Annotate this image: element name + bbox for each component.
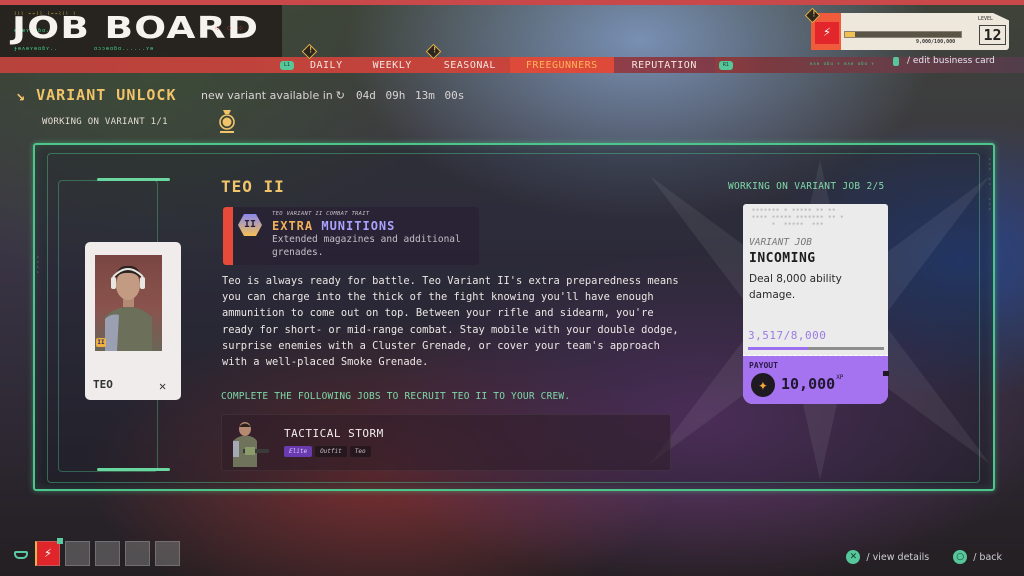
edit-business-card-label: / edit business card [907, 56, 995, 66]
r1-button-hint[interactable]: R1 [718, 60, 733, 70]
view-details-hint[interactable]: ✕ / view details [846, 550, 929, 564]
variant-lore: Teo is always ready for battle. Teo Vari… [222, 275, 679, 369]
variant-unlock-heading: ↘ VARIANT UNLOCK [16, 86, 177, 104]
crew-slot-empty[interactable] [95, 541, 120, 566]
payout-label: PAYOUT [749, 361, 778, 370]
payout-unit: XP [836, 374, 844, 381]
header-glyphs-mid: ɑɔɔɵɑɓɑ......ʏɵ [94, 46, 155, 52]
header-red-dots: ⁘ ⁘ ⁘ [214, 24, 244, 33]
variant-job-count: 3,517/8,000 [748, 329, 827, 342]
tab-bar: L1 ! DAILY WEEKLY ! SEASONAL FREEGUNNERS… [276, 43, 737, 73]
job-list-item[interactable] [221, 414, 671, 471]
edit-business-card-hint[interactable]: / edit business card [893, 56, 995, 66]
job-tag-character: Teo [349, 446, 371, 457]
variant-name: TEO II [221, 177, 285, 196]
tab-label: REPUTATION [631, 59, 697, 71]
character-name: TEO [93, 378, 113, 391]
trait-subtitle: TEO VARIANT II COMBAT TRAIT [272, 211, 370, 217]
panel-edge-dots-right: · · · · · · · · [988, 156, 992, 213]
xp-progress-bar [844, 31, 962, 38]
panel-edge-dots-left: · · · · [36, 254, 40, 276]
arrow-down-right-icon: ↘ [16, 86, 27, 104]
trait-title: EXTRA MUNITIONS [272, 219, 395, 233]
tab-label: WEEKLY [372, 59, 412, 71]
variant-unlock-title: VARIANT UNLOCK [36, 86, 177, 104]
touchpad-button-icon [893, 56, 899, 66]
view-details-label: / view details [866, 551, 930, 563]
edit-card-glyphs: ɵʌɵ ɑɓɑ ʏ ɵʌɵ ɑɓɑ ʏ [810, 61, 875, 66]
circle-button-icon: ○ [953, 550, 968, 564]
tab-reputation[interactable]: REPUTATION [613, 57, 715, 73]
payout-divider [743, 355, 888, 356]
character-frame-bottom-bar [97, 468, 170, 471]
variant-job-card-noise: ▪▪▪▪▪▪▪ ▪ ▪▪▪▪▪ ▪▪ ▪▪ ▪▪▪▪ ▪▪▪▪▪ ▪▪▪▪▪▪▪… [752, 207, 845, 227]
character-portrait [95, 255, 162, 351]
tab-label: SEASONAL [443, 59, 496, 71]
job-tag-outfit: Outfit [315, 446, 347, 457]
job-name: TACTICAL STORM [284, 427, 384, 440]
job-tags: Elite Outfit Teo [284, 446, 371, 457]
variant-badge-icon: II [96, 338, 106, 347]
variant-medal-icon [219, 110, 235, 133]
timer-icon: ↻ [335, 89, 345, 102]
payout-amount: 10,000 [781, 375, 836, 393]
back-label: / back [973, 551, 1002, 563]
class-icon: ✕ [159, 379, 167, 393]
controller-hints: ✕ / view details ○ / back [846, 550, 1002, 564]
character-frame-top-bar [97, 178, 170, 181]
xp-progress-fill [845, 32, 856, 37]
alert-icon: ! [301, 43, 318, 60]
crew-slot-empty[interactable] [125, 541, 150, 566]
tab-seasonal[interactable]: ! SEASONAL [425, 43, 510, 73]
recruit-instructions: COMPLETE THE FOLLOWING JOBS TO RECRUIT T… [221, 391, 571, 402]
tab-freegunners[interactable]: FREEGUNNERS [509, 57, 614, 73]
job-tag-elite: Elite [284, 446, 313, 457]
tab-label: DAILY [310, 59, 343, 71]
xp-value: 9,000/100,000 [916, 39, 956, 45]
combat-trait-accent [223, 207, 233, 265]
trait-title-word-2: MUNITIONS [321, 219, 396, 233]
back-hint[interactable]: ○ / back [953, 550, 1002, 564]
working-on-variant-label: WORKING ON VARIANT 1/1 [42, 117, 168, 127]
trait-description: Extended magazines and additional grenad… [272, 234, 461, 258]
crew-logo-icon: ⚡ [815, 22, 839, 44]
character-portrait-illustration [105, 265, 152, 351]
variant-job-type: VARIANT JOB [749, 237, 812, 248]
variant-job-progress-label: WORKING ON VARIANT JOB 2/5 [728, 181, 885, 192]
xp-star-icon: ✦ [751, 373, 775, 397]
variant-job-progress-fill [748, 347, 808, 350]
l1-button-hint[interactable]: L1 [280, 60, 294, 70]
header-glyphs-left: ɟɵʌɵʏɵɑɓʏ.. [14, 46, 59, 52]
variant-job-name: INCOMING [749, 251, 816, 266]
crew-slot-empty[interactable] [65, 541, 90, 566]
cross-button-icon: ✕ [846, 550, 861, 564]
job-character-thumbnail [229, 419, 271, 467]
crew-slots: ⚡ [35, 538, 180, 566]
payout-card-notch [883, 371, 889, 376]
timer-value: 04d 09h 13m 00s [355, 89, 465, 102]
variant-job-description: Deal 8,000 ability damage. [749, 273, 842, 301]
level-label: LEVEL [978, 16, 994, 22]
payout-value: 10,000XP [781, 374, 844, 393]
timer-label: new variant available in [201, 89, 333, 102]
variant-timer: new variant available in ↻ 04d 09h 13m 0… [201, 89, 464, 102]
tab-label: FREEGUNNERS [525, 59, 598, 71]
crew-slot-active[interactable]: ⚡ [35, 538, 63, 566]
tab-weekly[interactable]: WEEKLY [355, 57, 430, 73]
trait-title-word-1: EXTRA [272, 219, 314, 233]
tab-daily[interactable]: ! DAILY [298, 43, 355, 73]
level-value: 12 [979, 25, 1006, 45]
crew-icon [14, 551, 28, 559]
crew-slot-empty[interactable] [155, 541, 180, 566]
variant-job-progress-bar [748, 347, 884, 350]
